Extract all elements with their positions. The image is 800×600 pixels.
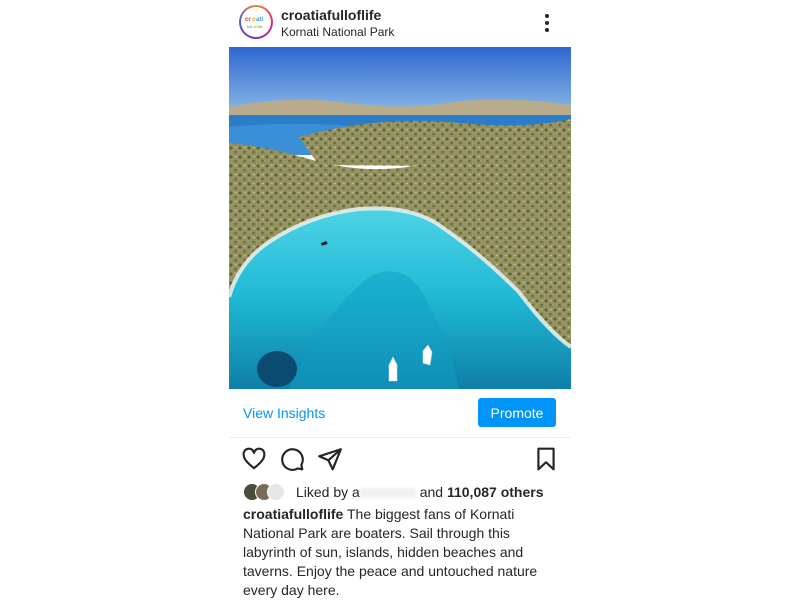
post-header: cr o ati full of life croatiafulloflife …	[229, 0, 571, 46]
caption-author[interactable]: croatiafulloflife	[243, 506, 343, 522]
caption: croatiafulloflife The biggest fans of Ko…	[243, 505, 561, 600]
insights-bar: View Insights Promote	[229, 389, 571, 438]
svg-text:ati: ati	[256, 17, 263, 23]
liked-by-and: and	[419, 484, 444, 500]
promote-button[interactable]: Promote	[478, 398, 556, 427]
view-insights-link[interactable]: View Insights	[243, 405, 325, 421]
obscured-username	[359, 488, 416, 499]
more-vertical-icon[interactable]	[541, 12, 553, 34]
instagram-post: cr o ati full of life croatiafulloflife …	[229, 0, 571, 600]
heart-icon[interactable]	[241, 446, 267, 472]
post-photo[interactable]	[229, 47, 571, 389]
likes-count[interactable]: 110,087 others	[447, 484, 544, 500]
liked-by-prefix: Liked by a	[296, 484, 360, 500]
svg-text:full of life: full of life	[247, 24, 264, 29]
username[interactable]: croatiafulloflife	[281, 7, 381, 23]
action-bar	[229, 440, 571, 476]
bookmark-icon[interactable]	[533, 446, 559, 472]
liked-by-text[interactable]: Liked by a and 110,087 others	[296, 484, 543, 500]
likes-row: Liked by a and 110,087 others	[243, 482, 563, 502]
svg-text:cr: cr	[245, 17, 251, 23]
croatia-full-of-life-logo-icon: cr o ati full of life	[245, 17, 264, 29]
location[interactable]: Kornati National Park	[281, 25, 394, 39]
send-icon[interactable]	[317, 446, 343, 472]
liker-avatars[interactable]	[243, 483, 295, 501]
comment-icon[interactable]	[279, 446, 305, 472]
liker-avatar	[267, 483, 285, 501]
avatar[interactable]: cr o ati full of life	[239, 5, 273, 39]
